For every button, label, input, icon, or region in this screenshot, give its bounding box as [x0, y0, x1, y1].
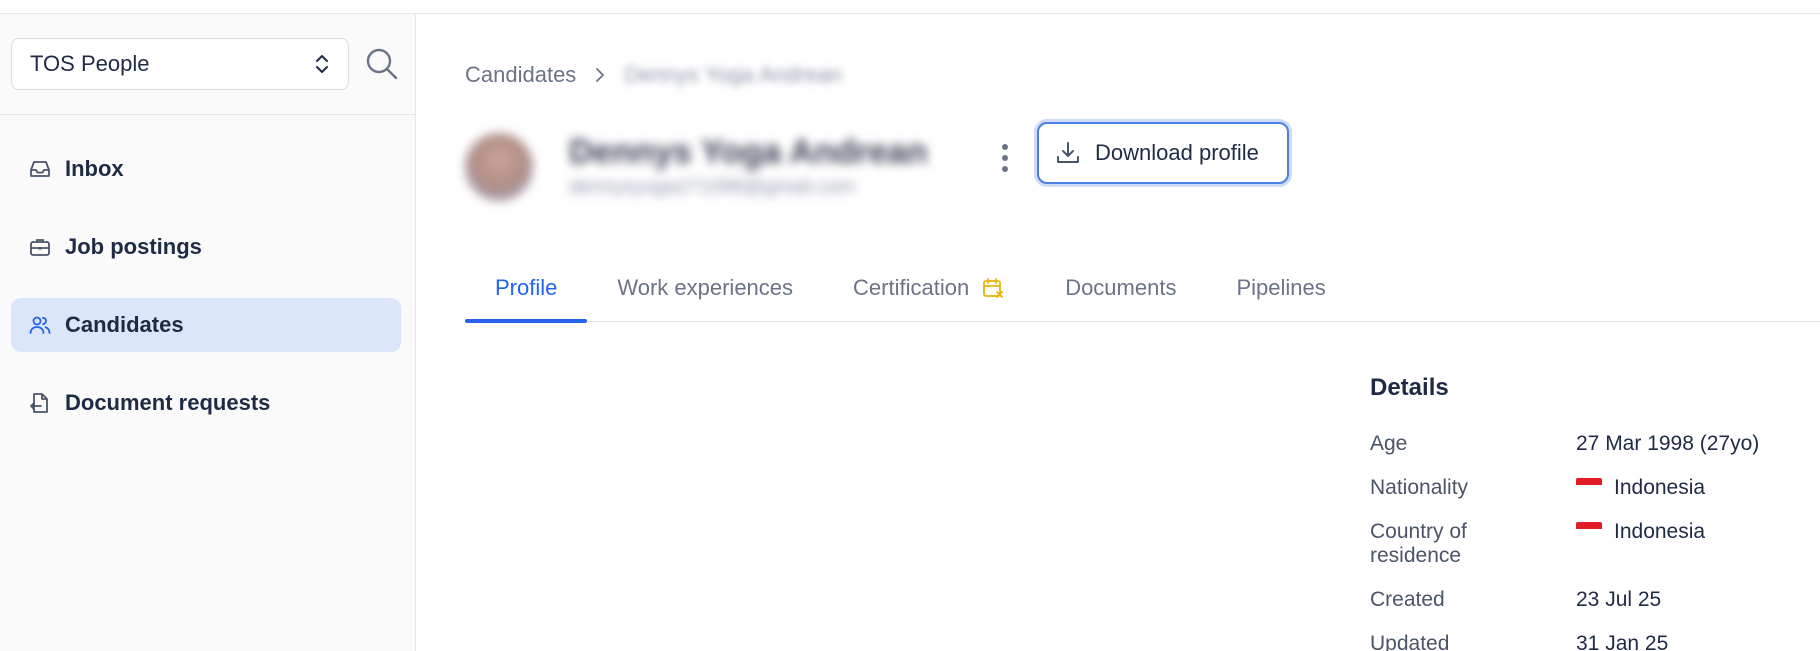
detail-row-country-of-residence: Country of residence Indonesia: [1370, 520, 1820, 568]
candidate-name: Dennys Yoga Andrean: [569, 133, 928, 171]
indonesia-flag-icon: [1576, 522, 1602, 535]
details-title: Details: [1370, 374, 1449, 401]
more-options-button[interactable]: [995, 138, 1015, 178]
workspace-row: TOS People: [0, 14, 416, 115]
sidebar-item-inbox[interactable]: Inbox: [11, 142, 401, 196]
sidebar-item-label: Job postings: [65, 234, 202, 259]
kebab-dot: [1002, 155, 1008, 161]
download-profile-button[interactable]: Download profile: [1037, 122, 1289, 184]
tab-label: Pipelines: [1236, 275, 1326, 300]
tab-label: Documents: [1065, 275, 1177, 300]
search-button[interactable]: [364, 44, 400, 84]
tab-label: Work experiences: [617, 275, 794, 300]
detail-value: Indonesia: [1614, 476, 1706, 499]
detail-row-nationality: Nationality Indonesia: [1370, 476, 1820, 500]
sidebar-item-label: Candidates: [65, 312, 184, 337]
tab-work-experiences[interactable]: Work experiences: [587, 254, 823, 322]
breadcrumb-parent-link[interactable]: Candidates: [465, 62, 576, 88]
inbox-icon: [27, 156, 53, 182]
file-return-icon: [27, 390, 53, 416]
detail-row-age: Age 27 Mar 1998 (27yo): [1370, 432, 1820, 456]
sidebar-item-label: Document requests: [65, 390, 271, 415]
sidebar-nav: Inbox Job postings Candidates Document r…: [11, 142, 401, 454]
users-icon: [27, 312, 53, 338]
workspace-name: TOS People: [30, 51, 150, 76]
search-icon: [366, 48, 398, 80]
tab-profile[interactable]: Profile: [465, 254, 588, 323]
download-icon: [1057, 142, 1079, 163]
sidebar-item-document-requests[interactable]: Document requests: [11, 376, 401, 430]
chevron-up-down-icon: [316, 55, 328, 73]
tab-pipelines[interactable]: Pipelines: [1206, 254, 1355, 322]
tab-documents[interactable]: Documents: [1035, 254, 1206, 322]
detail-value: 31 Jan 25: [1576, 632, 1669, 651]
main-content: Candidates Dennys Yoga Andrean Dennys Yo…: [417, 14, 1820, 651]
candidate-identity: Dennys Yoga Andrean dennysyoga271098@gma…: [569, 132, 927, 202]
detail-row-updated: Updated 31 Jan 25: [1370, 632, 1820, 651]
candidate-email: dennysyoga271098@gmail.com: [569, 176, 856, 198]
top-bar: [0, 0, 1820, 14]
chevron-right-icon: [596, 68, 605, 82]
detail-key: Age: [1370, 432, 1408, 455]
sidebar-item-candidates[interactable]: Candidates: [11, 298, 401, 352]
details-panel: Details Age 27 Mar 1998 (27yo) Nationali…: [1370, 374, 1820, 651]
breadcrumb: Candidates Dennys Yoga Andrean: [465, 62, 842, 88]
tab-certification[interactable]: Certification: [823, 254, 1035, 322]
workspace-select[interactable]: TOS People: [11, 38, 349, 90]
candidate-header: Dennys Yoga Andrean dennysyoga271098@gma…: [465, 132, 927, 202]
detail-row-created: Created 23 Jul 25: [1370, 588, 1820, 612]
kebab-dot: [1002, 166, 1008, 172]
detail-value: Indonesia: [1614, 520, 1706, 543]
sidebar-item-job-postings[interactable]: Job postings: [11, 220, 401, 274]
detail-key: Country of residence: [1370, 520, 1467, 567]
detail-key: Created: [1370, 588, 1445, 611]
sidebar: TOS People Inbox Job postings Candidates: [0, 14, 416, 651]
avatar: [465, 133, 533, 201]
breadcrumb-current: Dennys Yoga Andrean: [624, 62, 843, 87]
download-profile-label: Download profile: [1095, 140, 1259, 165]
sidebar-item-label: Inbox: [65, 156, 124, 181]
briefcase-icon: [27, 234, 53, 260]
profile-tabs: Profile Work experiences Certification D…: [465, 254, 1820, 323]
detail-value: 27 Mar 1998 (27yo): [1576, 432, 1760, 455]
detail-key: Updated: [1370, 632, 1450, 651]
detail-value: 23 Jul 25: [1576, 588, 1662, 611]
tab-label: Certification: [853, 275, 970, 300]
indonesia-flag-icon: [1576, 478, 1602, 491]
tab-label: Profile: [495, 275, 558, 300]
detail-key: Nationality: [1370, 476, 1469, 499]
calendar-x-icon: [983, 278, 1004, 298]
kebab-dot: [1002, 144, 1008, 150]
